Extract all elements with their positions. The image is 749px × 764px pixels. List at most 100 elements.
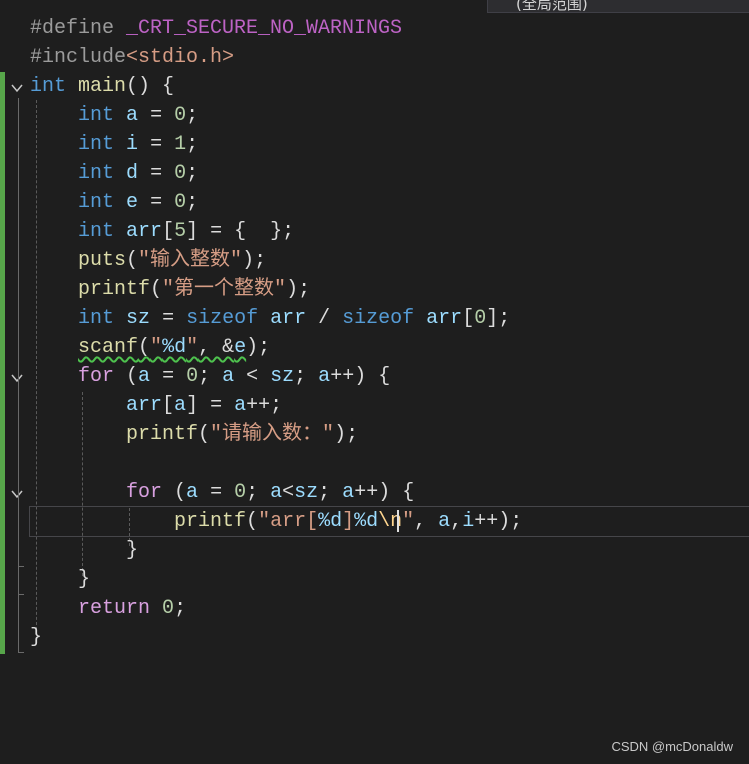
code-token: (	[198, 423, 211, 446]
code-line[interactable]: puts("输入整数");	[30, 246, 749, 275]
code-token: int	[78, 220, 115, 243]
code-token: "arr[	[258, 510, 319, 533]
change-indicator-bar	[0, 72, 5, 654]
code-token: [	[462, 307, 475, 330]
code-token: sizeof	[342, 307, 415, 330]
code-token: i	[462, 510, 475, 533]
code-token: (	[150, 278, 163, 301]
code-token: ++;	[246, 394, 283, 417]
code-token: );	[242, 249, 267, 272]
code-line[interactable]: for (a = 0; a<sz; a++) {	[30, 478, 749, 507]
code-line[interactable]: arr[a] = a++;	[30, 391, 749, 420]
code-token: int	[78, 133, 115, 156]
code-token: arr	[126, 394, 163, 417]
code-token: ,	[450, 510, 463, 533]
code-line[interactable]: printf("arr[%d]%d\n", a,i++);	[29, 506, 749, 537]
code-token: sz	[126, 307, 151, 330]
code-token: }	[30, 539, 139, 562]
code-line[interactable]: }	[30, 536, 749, 565]
code-token: int	[78, 191, 115, 214]
code-line[interactable]: }	[30, 623, 749, 652]
code-token: }	[30, 626, 43, 649]
watermark: CSDN @mcDonaldw	[611, 739, 733, 754]
code-token: (	[246, 510, 259, 533]
code-line[interactable]	[30, 449, 749, 478]
code-line[interactable]: #define _CRT_SECURE_NO_WARNINGS	[30, 14, 749, 43]
editor-top-bar: (全局范围)	[0, 0, 749, 13]
code-line[interactable]: #include<stdio.h>	[30, 43, 749, 72]
code-editor[interactable]: #define _CRT_SECURE_NO_WARNINGS #include<…	[29, 14, 749, 652]
code-token: 0	[186, 365, 199, 388]
code-token: 0	[174, 162, 187, 185]
code-token: ];	[486, 307, 511, 330]
code-line[interactable]: printf("第一个整数");	[30, 275, 749, 304]
code-line[interactable]: int a = 0;	[30, 101, 749, 130]
code-token: (	[162, 481, 187, 504]
code-token: sizeof	[186, 307, 259, 330]
code-token: 0	[174, 104, 187, 127]
fold-bracket-main	[18, 98, 19, 653]
code-token: [	[162, 220, 175, 243]
code-token: [	[162, 394, 175, 417]
code-token: printf	[126, 423, 199, 446]
code-token: "第一个整数"	[162, 278, 287, 301]
code-token: arr	[426, 307, 463, 330]
code-token: "输入整数"	[138, 249, 243, 272]
code-token: int	[78, 307, 115, 330]
code-token: a	[438, 510, 451, 533]
code-token: =	[150, 365, 187, 388]
code-token: "	[186, 336, 199, 359]
code-token: ] =	[186, 394, 235, 417]
code-token: e	[126, 191, 139, 214]
code-token: );	[334, 423, 359, 446]
code-line[interactable]: int arr[5] = { };	[30, 217, 749, 246]
code-line[interactable]: int d = 0;	[30, 159, 749, 188]
code-token: (	[138, 336, 151, 359]
code-line[interactable]: for (a = 0; a < sz; a++) {	[30, 362, 749, 391]
text-caret	[397, 510, 399, 532]
code-line[interactable]: int i = 1;	[30, 130, 749, 159]
code-line[interactable]: printf("请输入数：");	[30, 420, 749, 449]
code-token: ;	[246, 481, 271, 504]
collapse-outer-for-icon[interactable]	[11, 372, 23, 384]
code-token: i	[126, 133, 139, 156]
code-token: a	[222, 365, 235, 388]
code-token: a	[234, 394, 247, 417]
code-token: ;	[186, 133, 199, 156]
code-line[interactable]: }	[30, 565, 749, 594]
code-token: %d	[354, 510, 379, 533]
scope-dropdown[interactable]: (全局范围)	[487, 0, 749, 13]
code-line[interactable]: int e = 0;	[30, 188, 749, 217]
code-token: scanf	[78, 336, 139, 359]
code-token: "	[402, 510, 415, 533]
code-line[interactable]: int sz = sizeof arr / sizeof arr[0];	[30, 304, 749, 333]
code-token: int	[78, 104, 115, 127]
code-token: <stdio.h>	[126, 46, 235, 69]
code-token: 1	[174, 133, 187, 156]
collapse-inner-for-icon[interactable]	[11, 488, 23, 500]
code-token: a	[186, 481, 199, 504]
code-line[interactable]: return 0;	[30, 594, 749, 623]
code-line[interactable]: int main() {	[30, 72, 749, 101]
collapse-main-icon[interactable]	[11, 82, 23, 94]
code-token: ;	[174, 597, 187, 620]
code-token: =	[138, 191, 175, 214]
code-token: return	[78, 597, 151, 620]
code-token: , &	[198, 336, 235, 359]
code-token: 0	[162, 597, 175, 620]
code-line[interactable]: scanf("%d", &e);	[30, 333, 749, 362]
code-token: }	[30, 568, 91, 591]
